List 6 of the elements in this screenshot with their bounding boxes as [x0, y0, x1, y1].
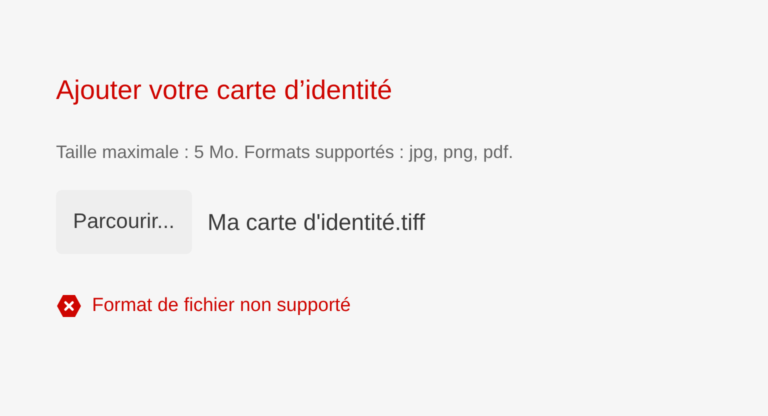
error-message: Format de fichier non supporté [92, 294, 351, 318]
browse-button[interactable]: Parcourir... [56, 190, 192, 254]
field-label: Ajouter votre carte d’identité [56, 74, 392, 107]
hint-text: Taille maximale : 5 Mo. Formats supportés : jpg, png, pdf. [56, 141, 514, 164]
file-name: Ma carte d'identité.tiff [208, 208, 426, 237]
error-icon [56, 294, 82, 318]
